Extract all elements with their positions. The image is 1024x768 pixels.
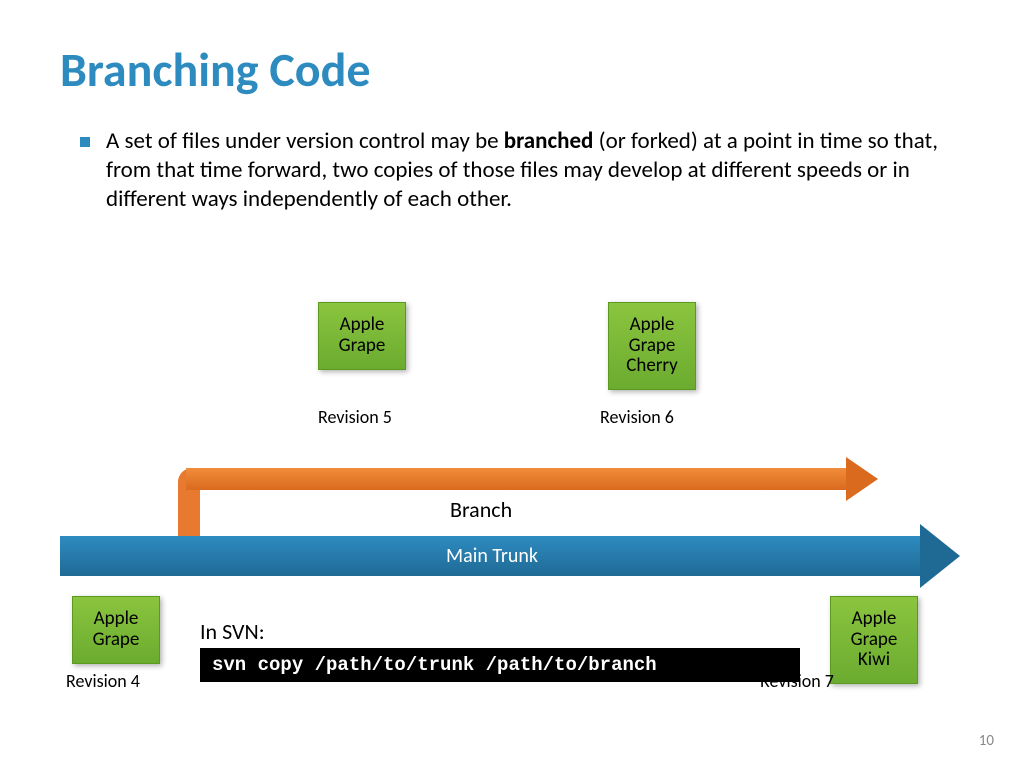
bullet-bold: branched	[504, 127, 594, 155]
bullet-text: A set of files under version control may…	[106, 127, 964, 213]
svn-code-box: svn copy /path/to/trunk /path/to/branch	[200, 648, 800, 682]
revision-6-label: Revision 6	[600, 406, 674, 428]
box-line: Grape	[851, 630, 898, 651]
bullet-item: A set of files under version control may…	[60, 127, 964, 213]
box-line: Apple	[340, 315, 385, 336]
box-line: Apple	[94, 609, 139, 630]
branch-arrow-head-icon	[846, 457, 878, 501]
revision-7-box: Apple Grape Kiwi	[830, 596, 918, 684]
revision-6-box: Apple Grape Cherry	[608, 302, 696, 390]
box-line: Grape	[93, 630, 140, 651]
revision-4-box: Apple Grape	[72, 596, 160, 664]
box-line: Grape	[629, 336, 676, 357]
trunk-label: Main Trunk	[446, 544, 538, 568]
box-line: Kiwi	[858, 650, 890, 671]
slide-title: Branching Code	[60, 40, 964, 99]
trunk-arrow: Main Trunk	[60, 536, 960, 576]
revision-5-box: Apple Grape	[318, 302, 406, 370]
trunk-arrow-head-icon	[920, 524, 960, 588]
trunk-arrow-body: Main Trunk	[60, 536, 924, 576]
box-line: Apple	[852, 609, 897, 630]
branch-arrow-horz	[186, 468, 850, 490]
box-line: Cherry	[626, 356, 678, 377]
page-number: 10	[979, 732, 994, 750]
revision-4-label: Revision 4	[66, 670, 140, 692]
box-line: Grape	[339, 336, 386, 357]
revision-5-label: Revision 5	[318, 406, 392, 428]
box-line: Apple	[630, 315, 675, 336]
branch-arrow	[178, 448, 878, 548]
branch-label: Branch	[450, 496, 512, 523]
svn-label: In SVN:	[200, 618, 265, 645]
bullet-square-icon	[80, 137, 90, 147]
bullet-pre: A set of files under version control may…	[106, 127, 504, 155]
